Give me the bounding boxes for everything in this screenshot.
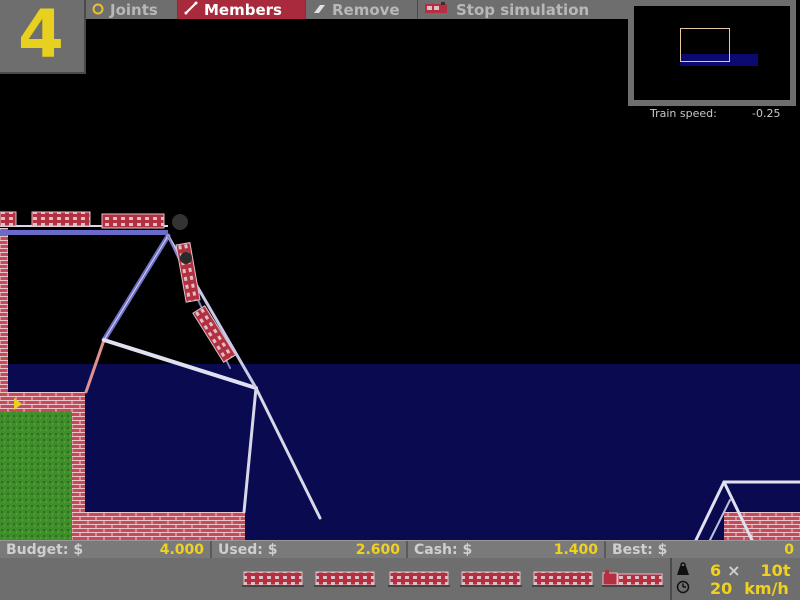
stop-simulation-button[interactable]: Stop simulation (418, 0, 628, 19)
budget-label: Budget: (6, 541, 69, 558)
stop-simulation-label: Stop simulation (456, 0, 590, 19)
train-car (0, 211, 17, 227)
eraser-icon (312, 1, 326, 19)
times-symbol: × (727, 561, 741, 580)
locomotive-slot[interactable] (600, 566, 666, 592)
smoke-puff (172, 214, 188, 230)
level-indicator: 4 (0, 0, 86, 74)
toolbar: Joints Members Remove Stop simulation (86, 0, 628, 19)
best-label: Best: (612, 541, 653, 558)
grass-block (0, 412, 72, 540)
train-car-slot[interactable] (312, 566, 378, 592)
minimap[interactable] (628, 0, 796, 106)
car-weight: 10t (760, 561, 791, 580)
level-number: 4 (18, 0, 64, 73)
joints-label: Joints (110, 0, 158, 19)
speed-unit: km/h (744, 579, 789, 598)
cash-label: Cash: (414, 541, 458, 558)
currency-symbol: $ (267, 541, 278, 558)
cash-value: 1.400 (553, 541, 598, 558)
joint-icon (92, 1, 104, 19)
train-car-slot[interactable] (530, 566, 596, 592)
used-label: Used: (218, 541, 263, 558)
train-speed-value: -0.25 (752, 107, 781, 120)
best-value: 0 (784, 541, 794, 558)
train-car (101, 213, 165, 229)
member-icon (184, 1, 198, 19)
currency-symbol: $ (657, 541, 668, 558)
budget-value: 4.000 (159, 541, 204, 558)
smoke-puff (180, 252, 192, 264)
best-cell: Best: $ 0 (606, 541, 800, 558)
minimap-view (634, 6, 790, 100)
upper-deck (0, 230, 168, 235)
members-tool-button[interactable]: Members (178, 0, 306, 19)
right-bank-brick (724, 512, 800, 540)
bottom-foundation (72, 512, 245, 540)
currency-symbol: $ (462, 541, 473, 558)
weight-row: 6 × 10t (676, 561, 790, 580)
clock-icon (676, 579, 690, 598)
cash-cell: Cash: $ 1.400 (408, 541, 606, 558)
train-car-slot[interactable] (386, 566, 452, 592)
budget-bar: Budget: $ 4.000 Used: $ 2.600 Cash: $ 1.… (0, 540, 800, 558)
left-bank-brick (0, 392, 85, 412)
joints-tool-button[interactable]: Joints (86, 0, 178, 19)
used-cell: Used: $ 2.600 (212, 541, 408, 558)
remove-tool-button[interactable]: Remove (306, 0, 418, 19)
cars-count: 6 (710, 561, 722, 580)
falling-train-car (175, 242, 201, 303)
train-icon (424, 1, 450, 19)
speed-row: 20 km/h (676, 579, 789, 598)
members-label: Members (204, 0, 282, 19)
minimap-viewport[interactable] (680, 28, 730, 62)
used-value: 2.600 (355, 541, 400, 558)
train-car (31, 211, 91, 227)
currency-symbol: $ (73, 541, 84, 558)
left-bank-wall (0, 228, 8, 398)
train-stats: 6 × 10t 20 km/h (670, 558, 800, 600)
remove-label: Remove (332, 0, 400, 19)
train-car-slot[interactable] (240, 566, 306, 592)
train-speed-label: Train speed: (650, 107, 717, 120)
train-car-slot[interactable] (458, 566, 524, 592)
budget-cell: Budget: $ 4.000 (0, 541, 212, 558)
weight-icon (676, 561, 690, 580)
train-speed: 20 (710, 579, 733, 598)
